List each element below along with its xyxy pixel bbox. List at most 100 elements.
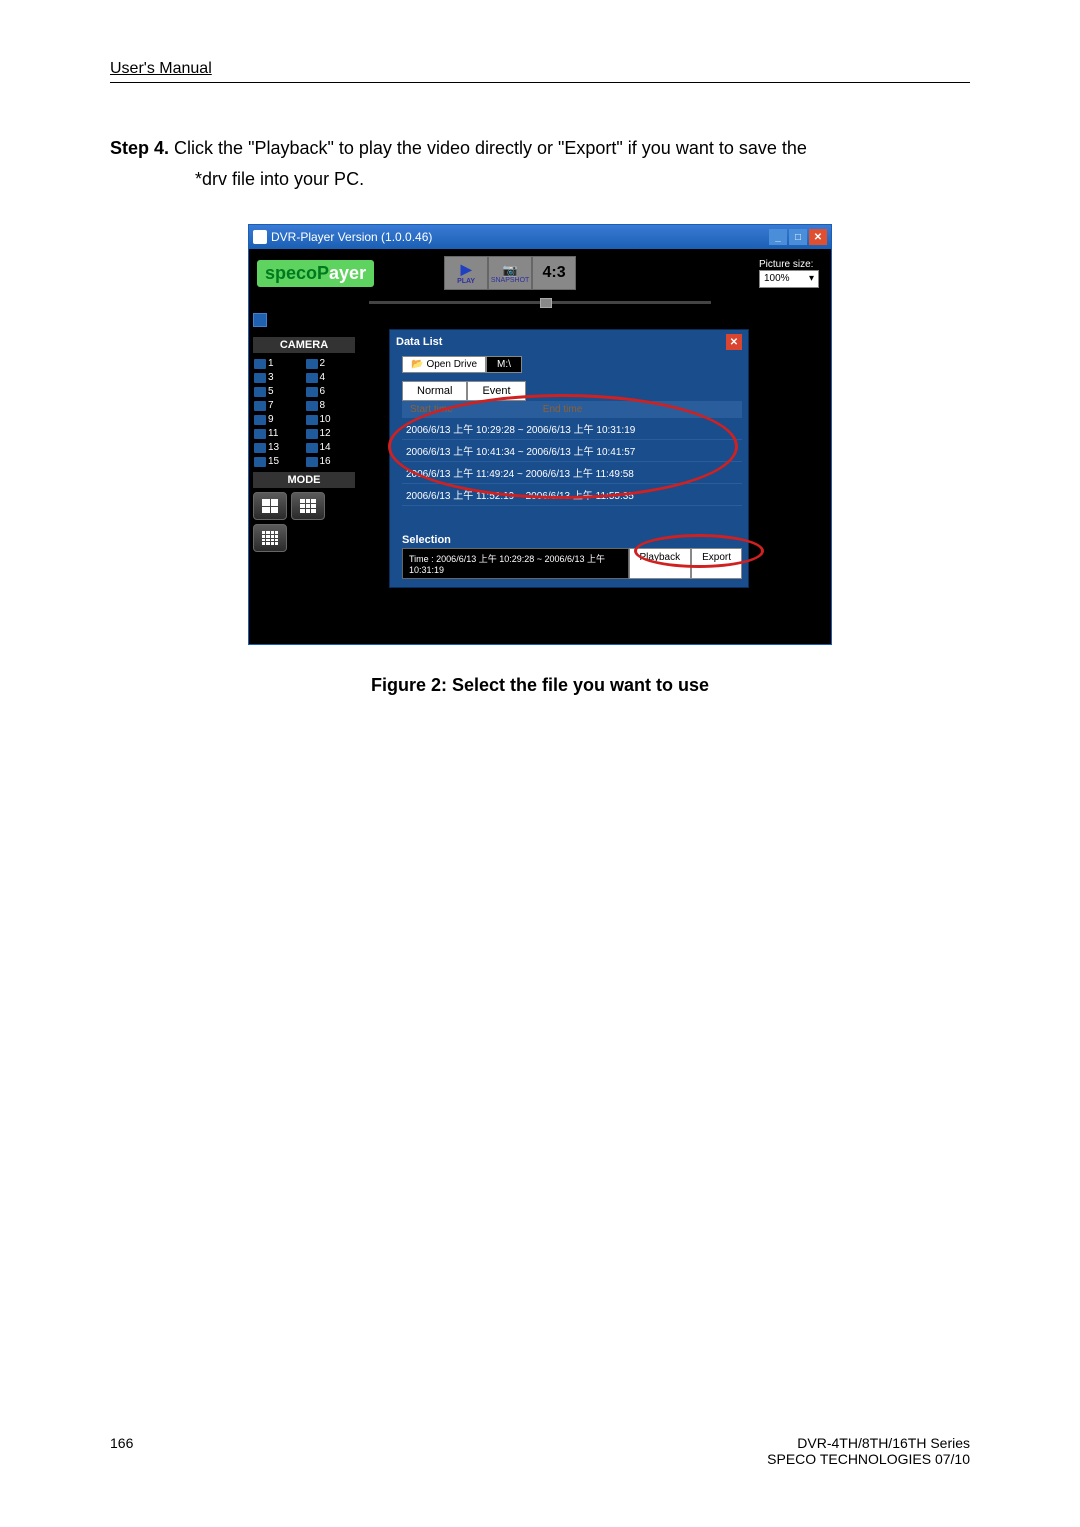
snapshot-button[interactable]: 📷 SNAPSHOT — [488, 256, 532, 290]
mode-9-button[interactable] — [291, 492, 325, 520]
page-number: 166 — [110, 1435, 133, 1467]
drive-path: M:\ — [486, 356, 522, 373]
page-header: User's Manual — [110, 60, 970, 83]
data-list-close-button[interactable]: ✕ — [726, 334, 742, 350]
grid-16-icon — [262, 531, 278, 545]
slider-thumb[interactable] — [540, 298, 552, 308]
camera-15[interactable]: 15 — [253, 455, 304, 468]
snapshot-label: SNAPSHOT — [491, 277, 530, 284]
camera-16[interactable]: 16 — [305, 455, 356, 468]
camera-indicator-icon — [306, 457, 318, 467]
col-end-time: End time — [543, 404, 582, 415]
figure-caption: Figure 2: Select the file you want to us… — [110, 675, 970, 696]
entry-row[interactable]: 2006/6/13 上午 10:29:28 ~ 2006/6/13 上午 10:… — [402, 418, 742, 440]
mode-16-button[interactable] — [253, 524, 287, 552]
camera-indicator-icon — [254, 457, 266, 467]
camera-indicator-icon — [306, 387, 318, 397]
content-area: Data List ✕ 📂 Open Drive M:\ Normal Even… — [359, 309, 831, 644]
selection-label: Selection — [402, 534, 742, 546]
play-icon: ▶ — [461, 261, 472, 278]
selection-time-display: Time : 2006/6/13 上午 10:29:28 ~ 2006/6/13… — [402, 548, 629, 579]
play-label: PLAY — [457, 278, 475, 285]
camera-1[interactable]: 1 — [253, 357, 304, 370]
main-area: CAMERA 1 2 3 4 5 6 7 8 9 10 11 12 13 14 … — [249, 309, 831, 644]
camera-indicator-icon — [254, 429, 266, 439]
logo-suffix: ayer — [329, 263, 366, 283]
camera-13[interactable]: 13 — [253, 441, 304, 454]
camera-2[interactable]: 2 — [305, 357, 356, 370]
camera-11[interactable]: 11 — [253, 427, 304, 440]
chevron-down-icon: ▾ — [809, 273, 814, 284]
picture-size-value: 100% — [764, 273, 790, 284]
entry-row[interactable]: 2006/6/13 上午 11:49:24 ~ 2006/6/13 上午 11:… — [402, 462, 742, 484]
col-start-time: Start time — [410, 404, 453, 415]
camera-3[interactable]: 3 — [253, 371, 304, 384]
camera-12[interactable]: 12 — [305, 427, 356, 440]
header-text: User's Manual — [110, 60, 212, 77]
tab-normal[interactable]: Normal — [402, 381, 467, 401]
logo-prefix: specoP — [265, 263, 329, 283]
camera-8[interactable]: 8 — [305, 399, 356, 412]
step-text-1: Click the "Playback" to play the video d… — [174, 138, 807, 158]
page-footer: 166 DVR-4TH/8TH/16TH Series SPECO TECHNO… — [110, 1435, 970, 1467]
logo: specoPayer — [257, 260, 374, 287]
entry-row[interactable]: 2006/6/13 上午 11:52:19 ~ 2006/6/13 上午 11:… — [402, 484, 742, 506]
export-button[interactable]: Export — [691, 548, 742, 579]
tab-event[interactable]: Event — [467, 381, 525, 401]
window-close-button[interactable]: ✕ — [809, 229, 827, 245]
camera-indicator-icon — [254, 373, 266, 383]
step-section: Step 4. Click the "Playback" to play the… — [110, 133, 970, 194]
camera-9[interactable]: 9 — [253, 413, 304, 426]
camera-indicator-icon — [254, 387, 266, 397]
camera-5[interactable]: 5 — [253, 385, 304, 398]
open-drive-button[interactable]: 📂 Open Drive — [402, 356, 486, 373]
camera-7[interactable]: 7 — [253, 399, 304, 412]
slider-bar — [249, 297, 831, 309]
footer-line1: DVR-4TH/8TH/16TH Series — [767, 1435, 970, 1451]
grid-4-icon — [262, 499, 278, 513]
window-title: DVR-Player Version (1.0.0.46) — [271, 230, 432, 244]
camera-4[interactable]: 4 — [305, 371, 356, 384]
camera-section-label: CAMERA — [253, 337, 355, 353]
sidebar-top-button[interactable] — [253, 313, 267, 327]
camera-indicator-icon — [306, 401, 318, 411]
camera-indicator-icon — [306, 373, 318, 383]
data-list-title: Data List — [396, 336, 442, 348]
camera-14[interactable]: 14 — [305, 441, 356, 454]
folder-icon: 📂 — [411, 359, 423, 370]
step-text-2: *drv file into your PC. — [195, 169, 364, 189]
app-icon — [253, 230, 267, 244]
mode-section-label: MODE — [253, 472, 355, 488]
picture-size-label: Picture size: — [759, 259, 819, 270]
picture-size-select[interactable]: 100% ▾ — [759, 270, 819, 288]
camera-6[interactable]: 6 — [305, 385, 356, 398]
camera-indicator-icon — [306, 429, 318, 439]
footer-line2: SPECO TECHNOLOGIES 07/10 — [767, 1451, 970, 1467]
aspect-label: 4:3 — [543, 264, 566, 282]
titlebar: DVR-Player Version (1.0.0.46) _ □ ✕ — [249, 225, 831, 249]
camera-indicator-icon — [254, 415, 266, 425]
mode-4-button[interactable] — [253, 492, 287, 520]
camera-indicator-icon — [254, 401, 266, 411]
camera-grid: 1 2 3 4 5 6 7 8 9 10 11 12 13 14 15 16 — [253, 357, 355, 468]
minimize-button[interactable]: _ — [769, 229, 787, 245]
camera-icon: 📷 — [503, 263, 518, 277]
camera-indicator-icon — [254, 359, 266, 369]
camera-10[interactable]: 10 — [305, 413, 356, 426]
data-list-panel: Data List ✕ 📂 Open Drive M:\ Normal Even… — [389, 329, 749, 588]
toolbar: specoPayer ▶ PLAY 📷 SNAPSHOT 4:3 Picture… — [249, 249, 831, 297]
playback-button[interactable]: Playback — [629, 548, 692, 579]
entry-row[interactable]: 2006/6/13 上午 10:41:34 ~ 2006/6/13 上午 10:… — [402, 440, 742, 462]
aspect-button[interactable]: 4:3 — [532, 256, 576, 290]
camera-indicator-icon — [306, 359, 318, 369]
list-column-headers: Start time End time — [402, 401, 742, 418]
play-button[interactable]: ▶ PLAY — [444, 256, 488, 290]
entries-list: 2006/6/13 上午 10:29:28 ~ 2006/6/13 上午 10:… — [402, 418, 742, 506]
camera-indicator-icon — [306, 443, 318, 453]
sidebar: CAMERA 1 2 3 4 5 6 7 8 9 10 11 12 13 14 … — [249, 309, 359, 644]
app-window: DVR-Player Version (1.0.0.46) _ □ ✕ spec… — [248, 224, 832, 645]
camera-indicator-icon — [306, 415, 318, 425]
step-label: Step 4. — [110, 138, 169, 158]
maximize-button[interactable]: □ — [789, 229, 807, 245]
grid-9-icon — [300, 499, 316, 513]
